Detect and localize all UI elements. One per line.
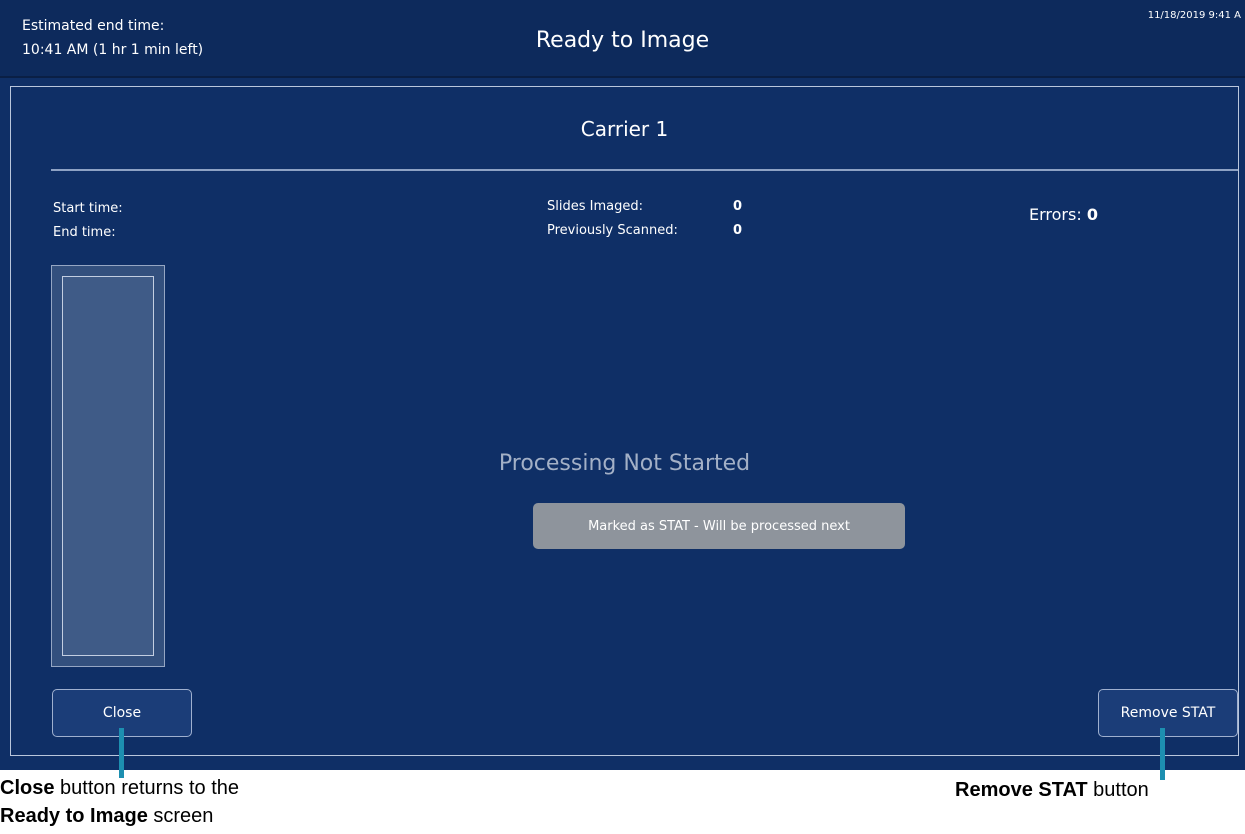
carrier-details-panel: Carrier 1 Start time: End time: Slides I… xyxy=(10,86,1239,756)
previously-scanned-label: Previously Scanned: xyxy=(547,223,678,238)
date-time: 11/18/2019 9:41 A xyxy=(1147,10,1241,21)
errors-value: 0 xyxy=(1086,205,1098,224)
remove-stat-callout-bold: Remove STAT xyxy=(955,779,1088,801)
processing-status: Processing Not Started xyxy=(498,451,751,476)
errors-count: Errors: 0 xyxy=(1029,205,1098,224)
close-callout-pointer xyxy=(119,728,124,778)
close-callout: Close button returns to the Ready to Ima… xyxy=(0,774,239,830)
close-callout-bold-2: Ready to Image xyxy=(0,805,148,827)
close-callout-bold: Close xyxy=(0,777,55,799)
close-callout-text-2: screen xyxy=(147,805,214,827)
remove-stat-callout-pointer xyxy=(1160,728,1165,780)
carrier-title: Carrier 1 xyxy=(580,117,669,141)
start-time-label: Start time: xyxy=(53,201,123,216)
slide-counts: Slides Imaged: 0 Previously Scanned: 0 xyxy=(547,195,742,243)
divider xyxy=(51,169,1238,171)
previously-scanned-value: 0 xyxy=(733,223,743,238)
slides-imaged-value: 0 xyxy=(733,199,743,214)
errors-label: Errors: xyxy=(1029,205,1082,224)
screen-title: Ready to Image xyxy=(535,28,710,53)
header-bar: Estimated end time: 10:41 AM (1 hr 1 min… xyxy=(0,0,1245,78)
remove-stat-callout: Remove STAT button xyxy=(955,776,1149,804)
slides-imaged-label: Slides Imaged: xyxy=(547,199,643,214)
slides-imaged-row: Slides Imaged: 0 xyxy=(547,195,742,219)
remove-stat-callout-text: button xyxy=(1087,779,1149,801)
end-time-label: End time: xyxy=(53,225,116,240)
remove-stat-button[interactable]: Remove STAT xyxy=(1098,689,1238,737)
close-callout-text: button returns to the xyxy=(54,777,240,799)
carrier-times: Start time: End time: xyxy=(53,197,123,245)
app-screen: Estimated end time: 10:41 AM (1 hr 1 min… xyxy=(0,0,1245,770)
previously-scanned-row: Previously Scanned: 0 xyxy=(547,219,742,243)
stat-notice-badge: Marked as STAT - Will be processed next xyxy=(533,503,905,549)
stat-notice-text: Marked as STAT - Will be processed next xyxy=(588,518,850,534)
